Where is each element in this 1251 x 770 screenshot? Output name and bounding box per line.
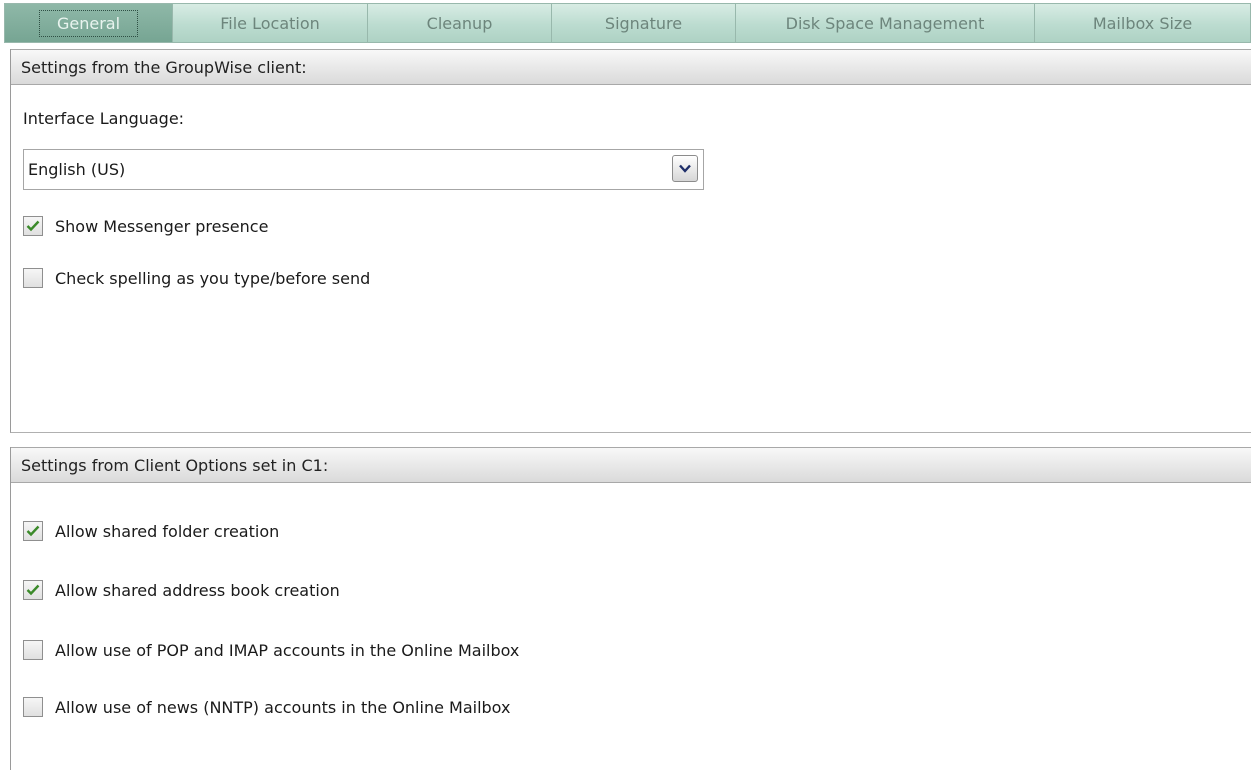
tab-signature[interactable]: Signature (552, 3, 736, 43)
allow-nntp-option[interactable]: Allow use of news (NNTP) accounts in the… (23, 695, 510, 719)
tab-mailbox-size-label: Mailbox Size (1092, 13, 1193, 33)
tab-disk-space-management[interactable]: Disk Space Management (736, 3, 1035, 43)
allow-pop-imap-label: Allow use of POP and IMAP accounts in th… (55, 640, 520, 660)
allow-nntp-label: Allow use of news (NNTP) accounts in the… (55, 697, 511, 717)
allow-shared-folder-option[interactable]: Allow shared folder creation (23, 519, 279, 543)
allow-shared-address-book-label: Allow shared address book creation (55, 580, 340, 600)
checkmark-icon (26, 584, 40, 596)
tab-mailbox-size[interactable]: Mailbox Size (1035, 3, 1251, 43)
allow-pop-imap-option[interactable]: Allow use of POP and IMAP accounts in th… (23, 638, 519, 662)
tab-disk-space-management-label: Disk Space Management (785, 13, 985, 33)
allow-shared-folder-label: Allow shared folder creation (55, 521, 280, 541)
allow-shared-folder-checkbox[interactable] (23, 521, 43, 541)
allow-nntp-checkbox[interactable] (23, 697, 43, 717)
tab-cleanup-label: Cleanup (426, 13, 493, 33)
check-spelling-checkbox[interactable] (23, 268, 43, 288)
groupwise-settings-panel: Settings from the GroupWise client: Inte… (10, 49, 1251, 433)
show-messenger-presence-label: Show Messenger presence (55, 216, 269, 236)
checkmark-icon (26, 220, 40, 232)
client-options-panel: Settings from Client Options set in C1: … (10, 447, 1251, 770)
show-messenger-presence-option[interactable]: Show Messenger presence (23, 214, 268, 238)
checkmark-icon (26, 525, 40, 537)
client-options-header: Settings from Client Options set in C1: (11, 447, 1251, 483)
tab-bar: General File Location Cleanup Signature … (4, 3, 1251, 44)
groupwise-settings-header: Settings from the GroupWise client: (11, 49, 1251, 85)
interface-language-select[interactable]: English (US) (23, 149, 704, 190)
interface-language-value: English (US) (28, 160, 126, 179)
tab-file-location-label: File Location (220, 13, 320, 33)
tab-signature-label: Signature (604, 13, 683, 33)
tab-cleanup[interactable]: Cleanup (368, 3, 552, 43)
tab-file-location[interactable]: File Location (173, 3, 368, 43)
allow-shared-address-book-option[interactable]: Allow shared address book creation (23, 578, 340, 602)
chevron-down-icon[interactable] (672, 155, 698, 182)
check-spelling-option[interactable]: Check spelling as you type/before send (23, 266, 370, 290)
allow-shared-address-book-checkbox[interactable] (23, 580, 43, 600)
show-messenger-presence-checkbox[interactable] (23, 216, 43, 236)
tab-general[interactable]: General (4, 3, 173, 43)
allow-pop-imap-checkbox[interactable] (23, 640, 43, 660)
check-spelling-label: Check spelling as you type/before send (55, 268, 371, 288)
tab-general-label: General (38, 9, 139, 37)
interface-language-label: Interface Language: (23, 109, 185, 128)
